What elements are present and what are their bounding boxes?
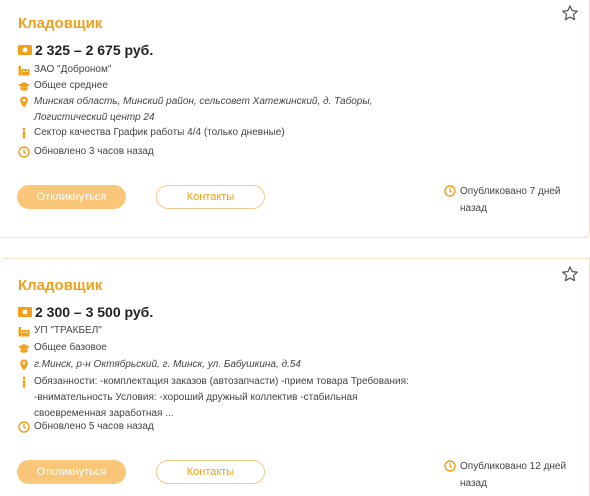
vacancy-title[interactable]: Кладовщик <box>18 15 102 32</box>
building-icon <box>18 66 30 76</box>
location-pin-icon <box>20 96 28 108</box>
published-text: Опубликовано 12 дней назад <box>460 461 567 489</box>
star-icon[interactable] <box>561 4 579 22</box>
salary-text: 2 300 – 3 500 руб. <box>35 304 154 320</box>
address: Минская область, Минский район, сельсове… <box>34 96 373 123</box>
clock-icon <box>444 460 456 472</box>
contacts-button[interactable]: Контакты <box>156 185 265 209</box>
contacts-button[interactable]: Контакты <box>156 460 265 484</box>
vacancy-card: Кладовщик 2 300 – 3 500 руб. УП "ТРАКБЕЛ… <box>0 258 590 496</box>
graduation-cap-icon <box>18 82 30 91</box>
company-name: УП "ТРАКБЕЛ" <box>34 325 102 336</box>
company-name: ЗАО "Доброном" <box>34 64 112 75</box>
info-icon <box>22 127 26 139</box>
education-row: Общее базовое <box>18 340 107 356</box>
apply-button[interactable]: Откликнуться <box>17 460 126 484</box>
clock-icon <box>18 421 30 433</box>
updated-row: Обновлено 5 часов назад <box>18 419 154 435</box>
details: Сектор качества График работы 4/4 (тольк… <box>34 127 285 138</box>
building-icon <box>18 327 30 337</box>
apply-button[interactable]: Откликнуться <box>17 185 126 209</box>
clock-icon <box>18 146 30 158</box>
published-row: Опубликовано 7 дней назад <box>444 183 584 217</box>
company-row: ЗАО "Доброном" <box>18 62 111 78</box>
updated-row: Обновлено 3 часов назад <box>18 144 154 160</box>
money-icon <box>18 307 32 317</box>
salary-text: 2 325 – 2 675 руб. <box>35 42 154 58</box>
education-row: Общее среднее <box>18 78 108 94</box>
published-text: Опубликовано 7 дней назад <box>460 186 561 214</box>
star-icon[interactable] <box>561 265 579 283</box>
details: Обязанности: -комплектация заказов (авто… <box>34 376 409 419</box>
address-row: Минская область, Минский район, сельсове… <box>18 94 414 126</box>
address: г.Минск, р-н Октябрьский, г. Минск, ул. … <box>34 359 301 370</box>
vacancy-title[interactable]: Кладовщик <box>18 277 102 294</box>
education-level: Общее базовое <box>34 342 107 353</box>
updated-text: Обновлено 5 часов назад <box>34 421 154 432</box>
address-row: г.Минск, р-н Октябрьский, г. Минск, ул. … <box>18 357 301 373</box>
salary: 2 325 – 2 675 руб. <box>18 42 153 58</box>
money-icon <box>18 45 32 55</box>
updated-text: Обновлено 3 часов назад <box>34 146 154 157</box>
company-row: УП "ТРАКБЕЛ" <box>18 323 102 339</box>
details-row: Сектор качества График работы 4/4 (тольк… <box>18 125 285 141</box>
graduation-cap-icon <box>18 344 30 353</box>
published-row: Опубликовано 12 дней назад <box>444 458 584 492</box>
location-pin-icon <box>20 359 28 371</box>
salary: 2 300 – 3 500 руб. <box>18 304 153 320</box>
info-icon <box>22 376 26 388</box>
vacancy-card: Кладовщик 2 325 – 2 675 руб. ЗАО "Доброн… <box>0 0 590 238</box>
clock-icon <box>444 185 456 197</box>
education-level: Общее среднее <box>34 80 108 91</box>
details-row: Обязанности: -комплектация заказов (авто… <box>18 374 419 422</box>
